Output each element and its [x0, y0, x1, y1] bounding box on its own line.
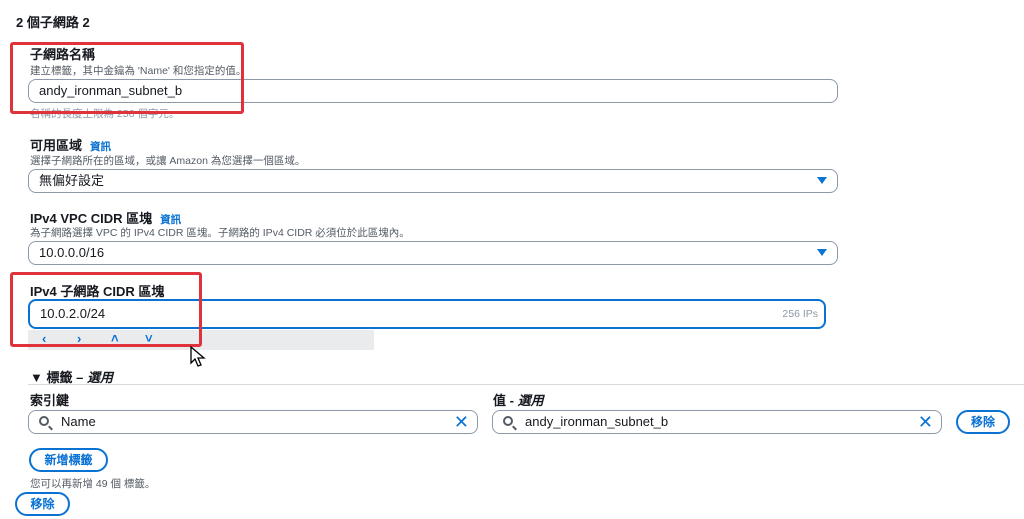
vpc-cidr-select-value: 10.0.0.0/16	[39, 245, 105, 260]
remove-subnet-button[interactable]: 移除	[15, 492, 70, 516]
az-desc: 選擇子網路所在的區域，或讓 Amazon 為您選擇一個區域。	[30, 155, 306, 167]
vpc-cidr-select[interactable]: 10.0.0.0/16	[28, 241, 838, 265]
az-label-row: 可用區域 資訊	[30, 135, 111, 154]
caret-down-icon	[817, 177, 827, 184]
tags-remaining-text: 您可以再新增 49 個 標籤。	[30, 478, 156, 490]
az-info-link[interactable]: 資訊	[90, 141, 111, 153]
vpc-cidr-label: IPv4 VPC CIDR 區塊	[30, 211, 153, 226]
tag-value-label-main: 值 -	[493, 393, 518, 408]
tags-toggle-label: ▼ 標籤 –	[30, 370, 87, 385]
az-label: 可用區域	[30, 138, 83, 153]
highlight-box-cidr	[10, 272, 202, 347]
clear-icon[interactable]: ✕	[454, 412, 469, 432]
subnet-cidr-ips: 256 IPs	[782, 308, 818, 320]
tags-toggle-optional: 選用	[86, 370, 113, 385]
mouse-cursor-icon	[190, 346, 206, 367]
caret-down-icon	[817, 249, 827, 256]
tag-key-label: 索引鍵	[30, 393, 70, 408]
tag-value-input[interactable]: andy_ironman_subnet_b ✕	[492, 410, 942, 434]
tag-value-label: 值 - 選用	[493, 390, 544, 409]
tag-key-input[interactable]: Name ✕	[28, 410, 478, 434]
highlight-box-name	[10, 42, 244, 114]
add-tag-button[interactable]: 新增標籤	[29, 448, 108, 472]
search-icon	[503, 416, 513, 426]
tag-value-label-optional: 選用	[517, 393, 544, 408]
az-select[interactable]: 無偏好設定	[28, 169, 838, 193]
search-icon	[39, 416, 49, 426]
section-title: 2 個子網路 2	[16, 15, 90, 30]
tag-key-value: Name	[61, 414, 96, 429]
remove-tag-button[interactable]: 移除	[956, 410, 1010, 434]
divider	[28, 384, 1024, 385]
vpc-cidr-desc: 為子網路選擇 VPC 的 IPv4 CIDR 區塊。子網路的 IPv4 CIDR…	[30, 227, 410, 239]
az-select-value: 無偏好設定	[39, 173, 105, 188]
clear-icon[interactable]: ✕	[918, 412, 933, 432]
tag-value-value: andy_ironman_subnet_b	[525, 414, 669, 429]
